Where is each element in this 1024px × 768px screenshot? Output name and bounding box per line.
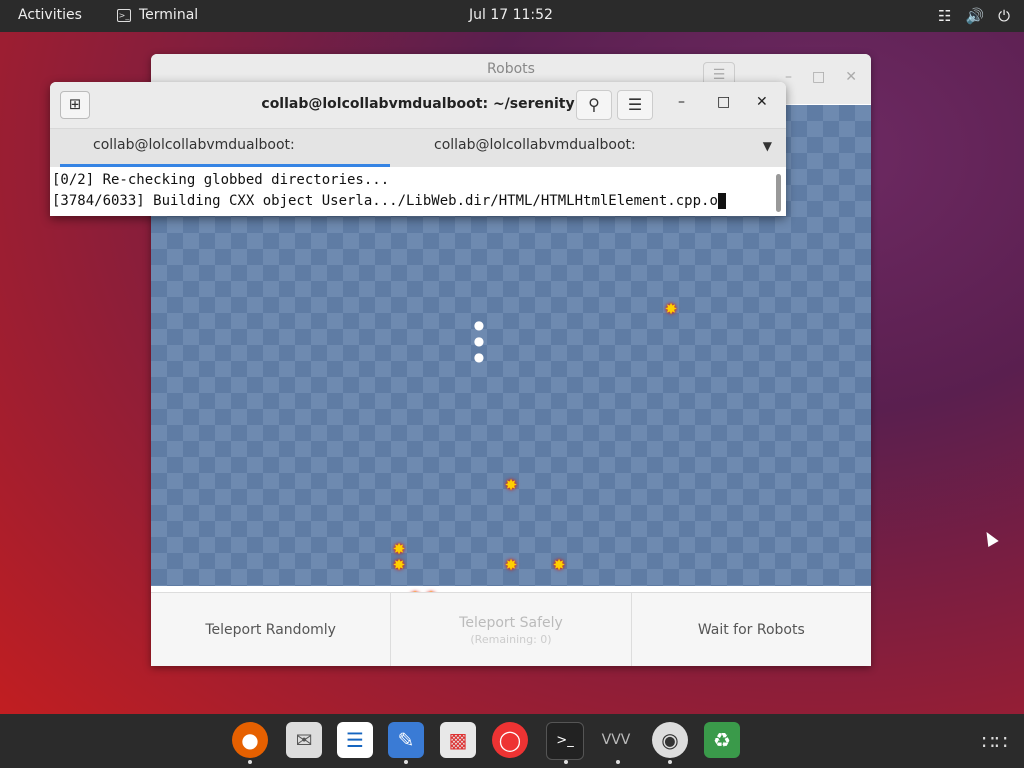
running-indicator	[564, 760, 568, 764]
help-icon[interactable]: ◯	[492, 722, 528, 758]
vm-icon[interactable]: VVV	[598, 722, 634, 758]
terminal-line: [3784/6033] Building CXX object Userla..…	[50, 191, 786, 212]
hamburger-icon: ☰	[627, 95, 643, 114]
top-bar: Activities >_ Terminal Jul 17 11:52 ☷ 🔊 …	[0, 0, 1024, 32]
terminal-menu-button[interactable]: ☰	[617, 90, 653, 120]
running-indicator	[404, 760, 408, 764]
mouse-pointer	[981, 528, 999, 548]
terminal-window: ⊞ collab@lolcollabvmdualboot: ~/serenity…	[50, 82, 786, 216]
terminal-icon: >_	[117, 8, 131, 22]
teleport-safely-button[interactable]: Teleport Safely (Remaining: 0)	[391, 593, 632, 666]
tab-1[interactable]: collab@lolcollabvmdualboot: ~/serenity✕	[60, 129, 390, 186]
network-icon[interactable]: ☷	[938, 7, 951, 25]
terminal-title: collab@lolcollabvmdualboot: ~/serenity	[261, 96, 575, 112]
evolution-icon[interactable]: ✉	[286, 722, 322, 758]
player-sprite: ●	[473, 334, 485, 348]
power-icon[interactable]: ⏻	[998, 7, 1010, 25]
software-icon[interactable]: ▩	[440, 722, 476, 758]
running-indicator	[616, 760, 620, 764]
maximize-icon[interactable]: □	[812, 62, 825, 92]
firefox-icon[interactable]: ●	[232, 722, 268, 758]
dock: ● ✉ ☰ ✎ ▩ ◯ >_ VVV ◉ ♻ ∷∷	[0, 714, 1024, 768]
chevron-down-icon[interactable]: ▼	[763, 139, 772, 153]
robot-explosion: ✸	[664, 300, 678, 318]
app-grid-icon[interactable]: ∷∷	[982, 730, 1007, 754]
close-icon[interactable]: ✕	[756, 94, 768, 110]
maximize-icon[interactable]: □	[717, 94, 730, 110]
trash-icon[interactable]: ♻	[704, 722, 740, 758]
terminal-icon[interactable]: >_	[546, 722, 584, 760]
app-menu-label: Terminal	[139, 7, 199, 23]
robot-explosion: ✸	[504, 476, 518, 494]
minimize-icon[interactable]: –	[785, 62, 792, 92]
terminal-line: [0/2] Re-checking globbed directories...	[52, 172, 390, 188]
volume-icon[interactable]: 🔊	[965, 7, 984, 25]
minimize-icon[interactable]: –	[678, 94, 685, 110]
system-tray[interactable]: ☷ 🔊 ⏻	[938, 7, 1010, 25]
robot-explosion: ✸	[392, 540, 406, 558]
scrollbar[interactable]	[776, 174, 781, 212]
terminal-line-text: [3784/6033] Building CXX object Userla..…	[52, 193, 718, 209]
running-indicator	[668, 760, 672, 764]
search-icon: ⚲	[588, 95, 600, 114]
tab-2[interactable]: collab@lolcollabvmdualboot: ~/serenity✕	[434, 129, 734, 186]
app-menu-button[interactable]: >_ Terminal	[117, 7, 198, 23]
text-cursor	[717, 193, 726, 209]
activities-button[interactable]: Activities	[18, 7, 82, 23]
search-button[interactable]: ⚲	[576, 90, 612, 120]
robot-explosion: ✸	[552, 556, 566, 574]
running-indicator	[248, 760, 252, 764]
teleport-randomly-button[interactable]: Teleport Randomly	[151, 593, 392, 666]
teleport-safely-label: Teleport Safely	[459, 614, 563, 631]
terminal-tabs: collab@lolcollabvmdualboot: ~/serenity✕ …	[50, 128, 786, 186]
wait-for-robots-button[interactable]: Wait for Robots	[631, 593, 871, 666]
clock[interactable]: Jul 17 11:52	[469, 7, 553, 23]
text-editor-icon[interactable]: ✎	[388, 722, 424, 758]
player-sprite: ●	[473, 318, 485, 332]
teleport-safely-remaining: (Remaining: 0)	[470, 632, 552, 646]
robots-icon[interactable]: ◉	[652, 722, 688, 758]
robot-explosion: ✸	[392, 556, 406, 574]
robot-explosion: ✸	[504, 556, 518, 574]
wait-for-robots-label: Wait for Robots	[697, 622, 805, 638]
robots-controls: Teleport Randomly Teleport Safely (Remai…	[151, 592, 871, 666]
robots-title: Robots	[487, 61, 535, 77]
teleport-randomly-label: Teleport Randomly	[205, 622, 336, 638]
writer-icon[interactable]: ☰	[337, 722, 373, 758]
terminal-output[interactable]: [0/2] Re-checking globbed directories...…	[50, 170, 786, 216]
terminal-headerbar[interactable]: ⊞ collab@lolcollabvmdualboot: ~/serenity…	[50, 82, 786, 128]
player-sprite: ●	[473, 350, 485, 364]
close-icon[interactable]: ✕	[845, 62, 857, 92]
